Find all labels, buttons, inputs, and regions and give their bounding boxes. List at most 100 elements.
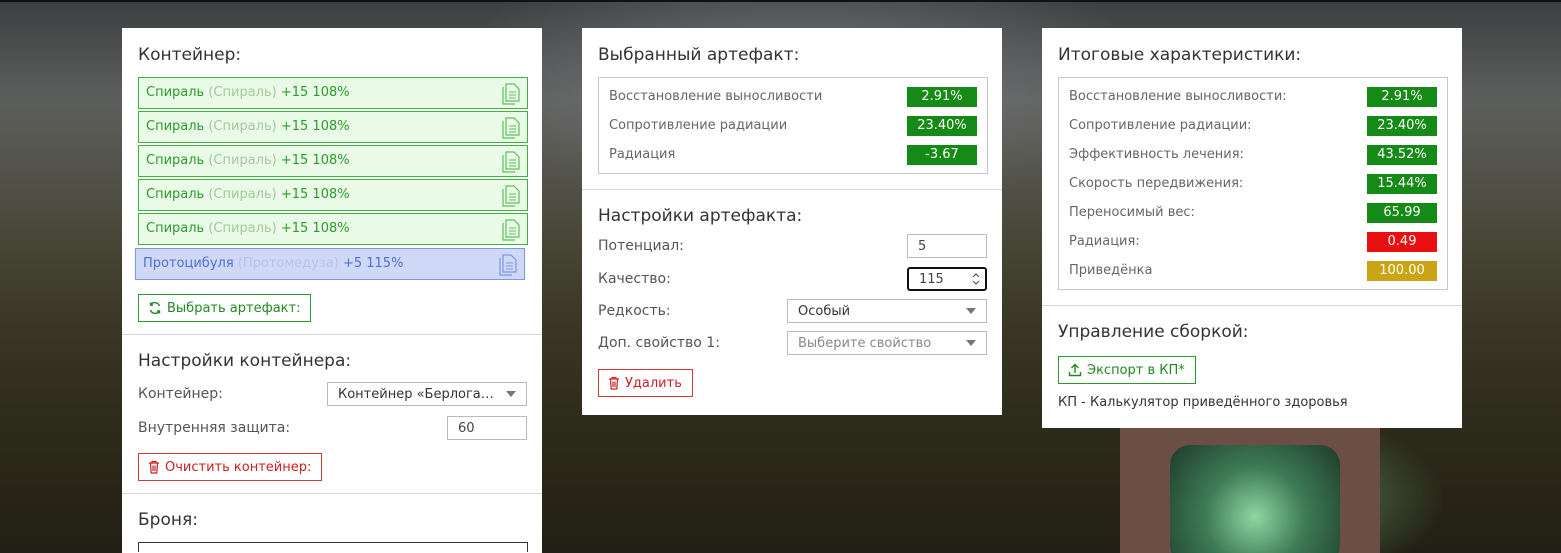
artifact-level: +5 115%: [342, 256, 404, 271]
quality-input[interactable]: 115: [907, 267, 987, 291]
stat-label: Скорость передвижения:: [1069, 176, 1244, 191]
selected-stats-box: Восстановление выносливости 2.91% Сопрот…: [598, 77, 988, 174]
artifact-item[interactable]: Спираль (Спираль) +15 108%: [138, 145, 528, 177]
totals-panel: Итоговые характеристики: Восстановление …: [1042, 28, 1462, 428]
artifact-item[interactable]: Спираль (Спираль) +15 108%: [138, 213, 528, 245]
stat-value: 0.49: [1367, 231, 1437, 252]
totals-stats-box: Восстановление выносливости: 2.91% Сопро…: [1058, 77, 1448, 290]
choose-artifact-button[interactable]: Выбрать артефакт:: [138, 294, 312, 322]
chevron-down-icon: [966, 308, 976, 314]
copy-icon[interactable]: [500, 117, 520, 139]
stat-value: 15.44%: [1367, 173, 1437, 194]
stat-value: 23.40%: [1367, 115, 1437, 136]
potential-input[interactable]: 5: [907, 234, 987, 258]
quality-value: 115: [919, 271, 944, 287]
artifact-name: Спираль: [146, 119, 205, 134]
chevron-down-icon: [506, 391, 516, 397]
stat-row: Радиация: 0.49: [1069, 227, 1437, 256]
artifact-original-name: (Спираль): [208, 221, 277, 236]
stat-row: Эффективность лечения: 43.52%: [1069, 140, 1437, 169]
selected-artifact-panel: Выбранный артефакт: Восстановление вынос…: [582, 28, 1002, 415]
totals-title: Итоговые характеристики:: [1058, 45, 1302, 65]
rarity-select[interactable]: Особый: [787, 299, 987, 323]
choose-artifact-label: Выбрать артефакт:: [167, 300, 301, 316]
artifact-original-name: (Протомедуза): [237, 256, 339, 271]
artifact-name: Спираль: [146, 221, 205, 236]
armor-title: Броня:: [138, 510, 198, 530]
stat-label: Сопротивление радиации:: [1069, 118, 1252, 133]
artifact-level: +15 108%: [280, 153, 350, 168]
footnote: КП - Калькулятор приведённого здоровья: [1058, 395, 1348, 410]
artifact-item[interactable]: Спираль (Спираль) +15 108%: [138, 77, 528, 109]
stat-row: Скорость передвижения: 15.44%: [1069, 169, 1437, 198]
artifact-name: Протоцибуля: [143, 256, 234, 271]
stat-label: Сопротивление радиации: [609, 118, 788, 133]
stat-row: Приведёнка 100.00: [1069, 256, 1437, 285]
stat-label: Восстановление выносливости:: [1069, 89, 1287, 104]
extra-property-label: Доп. свойство 1:: [598, 335, 720, 351]
artifact-list: Спираль (Спираль) +15 108% Спираль (Спир…: [135, 77, 528, 280]
copy-icon[interactable]: [500, 151, 520, 173]
potential-value: 5: [918, 238, 927, 254]
container-panel: Контейнер: Спираль (Спираль) +15 108% Сп…: [122, 28, 542, 553]
rarity-label: Редкость:: [598, 303, 671, 319]
background-tv: [1120, 420, 1380, 553]
potential-label: Потенциал:: [598, 238, 684, 254]
armor-select[interactable]: [138, 542, 528, 552]
stat-label: Радиация: [609, 147, 676, 162]
artifact-item[interactable]: Спираль (Спираль) +15 108%: [138, 179, 528, 211]
spinner-arrows-icon[interactable]: [971, 271, 981, 287]
copy-icon[interactable]: [500, 185, 520, 207]
selected-artifact-title: Выбранный артефакт:: [598, 45, 800, 65]
artifact-settings-title: Настройки артефакта:: [598, 206, 803, 226]
artifact-original-name: (Спираль): [208, 85, 277, 100]
export-button[interactable]: Экспорт в КП*: [1058, 356, 1196, 384]
artifact-level: +15 108%: [280, 119, 350, 134]
clear-container-label: Очистить контейнер:: [165, 459, 312, 475]
extra-property-select[interactable]: Выберите свойство: [787, 331, 987, 355]
stat-label: Приведёнка: [1069, 263, 1153, 278]
artifact-name: Спираль: [146, 153, 205, 168]
stat-value: 23.40%: [907, 115, 977, 136]
stat-value: -3.67: [907, 144, 977, 165]
stat-value: 2.91%: [1367, 86, 1437, 107]
chevron-down-icon: [966, 340, 976, 346]
artifact-original-name: (Спираль): [208, 153, 277, 168]
stat-label: Эффективность лечения:: [1069, 147, 1244, 162]
trash-icon: [609, 376, 619, 390]
delete-artifact-label: Удалить: [625, 375, 682, 391]
stat-value: 43.52%: [1367, 144, 1437, 165]
build-management-title: Управление сборкой:: [1058, 322, 1249, 342]
clear-container-button[interactable]: Очистить контейнер:: [138, 453, 323, 481]
artifact-original-name: (Спираль): [208, 119, 277, 134]
artifact-original-name: (Спираль): [208, 187, 277, 202]
rarity-select-value: Особый: [798, 303, 851, 319]
copy-icon[interactable]: [500, 83, 520, 105]
copy-icon[interactable]: [500, 219, 520, 241]
stat-label: Восстановление выносливости: [609, 89, 823, 104]
protection-input[interactable]: 60: [447, 416, 527, 440]
delete-artifact-button[interactable]: Удалить: [598, 369, 693, 397]
container-settings-title: Настройки контейнера:: [138, 351, 352, 371]
container-select-value: Контейнер «Берлога…: [338, 386, 494, 402]
stat-row: Сопротивление радиации 23.40%: [609, 111, 977, 140]
artifact-item-selected[interactable]: Протоцибуля (Протомедуза) +5 115%: [135, 248, 525, 280]
stat-row: Восстановление выносливости 2.91%: [609, 82, 977, 111]
artifact-name: Спираль: [146, 187, 205, 202]
protection-label: Внутренняя защита:: [138, 420, 291, 436]
protection-value: 60: [458, 420, 475, 436]
stat-value: 65.99: [1367, 202, 1437, 223]
stat-row: Сопротивление радиации: 23.40%: [1069, 111, 1437, 140]
artifact-item[interactable]: Спираль (Спираль) +15 108%: [138, 111, 528, 143]
container-title: Контейнер:: [138, 45, 242, 65]
artifact-level: +15 108%: [280, 221, 350, 236]
background-tv-screen: [1170, 445, 1340, 553]
top-border: [0, 0, 1561, 2]
quality-label: Качество:: [598, 271, 671, 287]
copy-icon[interactable]: [497, 254, 517, 276]
stat-label: Радиация:: [1069, 234, 1140, 249]
stat-value: 100.00: [1367, 260, 1437, 281]
stat-row: Восстановление выносливости: 2.91%: [1069, 82, 1437, 111]
container-select[interactable]: Контейнер «Берлога…: [327, 382, 527, 406]
export-label: Экспорт в КП*: [1087, 362, 1185, 378]
